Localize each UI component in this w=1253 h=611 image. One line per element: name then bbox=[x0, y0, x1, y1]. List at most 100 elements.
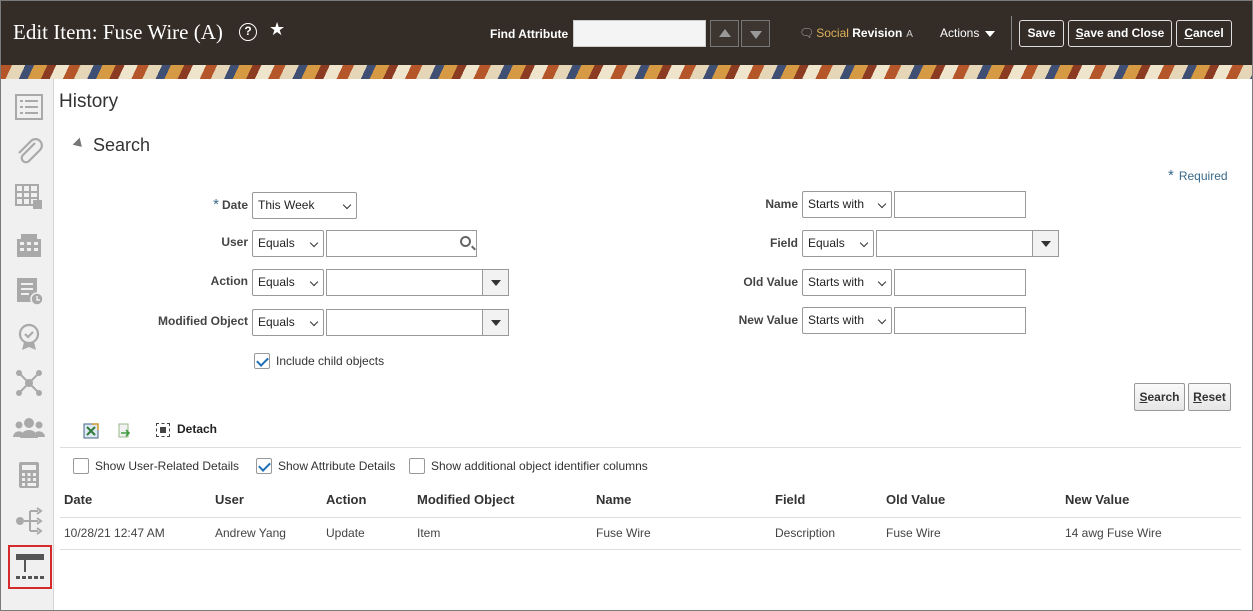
structure-icon[interactable] bbox=[13, 229, 45, 261]
new-value-label: New Value bbox=[738, 313, 798, 327]
field-operator-select[interactable]: Equals bbox=[802, 230, 874, 257]
modified-object-combobox[interactable] bbox=[326, 309, 509, 336]
detach-icon[interactable] bbox=[156, 423, 170, 437]
cell-user: Andrew Yang bbox=[211, 517, 322, 550]
reset-button[interactable]: Reset bbox=[1188, 383, 1231, 411]
date-label: * Date bbox=[174, 196, 248, 213]
show-user-details-checkbox[interactable] bbox=[73, 458, 89, 474]
date-select[interactable]: This Week bbox=[252, 192, 357, 219]
required-legend: * Required bbox=[1168, 167, 1228, 184]
search-icon[interactable] bbox=[460, 236, 471, 247]
new-value-operator-select[interactable]: Starts with bbox=[802, 307, 892, 334]
column-header-field[interactable]: Field bbox=[771, 483, 882, 518]
old-value-operator-select[interactable]: Starts with bbox=[802, 269, 892, 296]
reset-mnemonic: R bbox=[1193, 390, 1202, 404]
column-header-action[interactable]: Action bbox=[322, 483, 413, 518]
speech-bubble-icon: 🗨︎ bbox=[799, 26, 815, 40]
cancel-button[interactable]: Cancel bbox=[1176, 20, 1232, 47]
cell-field: Description bbox=[771, 517, 882, 550]
save-close-label: ave and Close bbox=[1083, 26, 1165, 40]
favorite-star-icon[interactable]: ★ bbox=[269, 19, 285, 40]
approvals-icon[interactable] bbox=[13, 321, 45, 353]
collapse-triangle-icon bbox=[72, 137, 86, 151]
show-additional-identifiers-label: Show additional object identifier column… bbox=[431, 459, 648, 473]
export-icon[interactable] bbox=[116, 423, 132, 439]
social-button[interactable]: 🗨︎ Social Revision A bbox=[799, 26, 913, 40]
column-header-user[interactable]: User bbox=[211, 483, 322, 518]
export-to-excel-icon[interactable] bbox=[83, 423, 99, 439]
cell-old-value: Fuse Wire bbox=[882, 517, 1061, 550]
next-match-button[interactable] bbox=[741, 20, 770, 47]
help-icon[interactable]: ? bbox=[239, 23, 257, 41]
name-label: Name bbox=[765, 197, 798, 211]
action-combobox[interactable] bbox=[326, 269, 509, 296]
cell-action: Update bbox=[322, 517, 413, 550]
search-panel-toggle[interactable]: Search bbox=[72, 135, 151, 156]
previous-match-button[interactable] bbox=[710, 20, 739, 47]
app-window: Edit Item: Fuse Wire (A) ? ★ Find Attrib… bbox=[0, 0, 1253, 611]
date-label-text: Date bbox=[221, 198, 248, 212]
column-header-old-value[interactable]: Old Value bbox=[882, 483, 1061, 518]
dropdown-arrow-icon[interactable] bbox=[482, 270, 508, 295]
show-attribute-details-label: Show Attribute Details bbox=[278, 459, 396, 473]
left-rail bbox=[1, 79, 54, 610]
required-marker: * bbox=[1168, 167, 1174, 184]
required-label: Required bbox=[1178, 169, 1228, 183]
name-operator-select[interactable]: Starts with bbox=[802, 191, 892, 218]
attachments-icon[interactable] bbox=[13, 135, 45, 167]
cancel-label: ancel bbox=[1192, 26, 1224, 40]
save-button[interactable]: Save bbox=[1019, 20, 1064, 47]
user-operator-select[interactable]: Equals bbox=[252, 230, 324, 257]
save-close-mnemonic: S bbox=[1075, 26, 1084, 40]
people-icon[interactable] bbox=[13, 413, 45, 445]
column-header-name[interactable]: Name bbox=[592, 483, 771, 518]
search-heading: Search bbox=[93, 135, 151, 155]
header-divider bbox=[1011, 16, 1012, 50]
save-and-close-button[interactable]: Save and Close bbox=[1068, 20, 1172, 47]
dropdown-arrow-icon[interactable] bbox=[1032, 231, 1058, 256]
history-icon[interactable] bbox=[8, 545, 52, 589]
toolbar-divider bbox=[60, 447, 1241, 448]
detach-button[interactable]: Detach bbox=[177, 422, 217, 436]
show-additional-identifiers-checkbox[interactable] bbox=[409, 458, 425, 474]
column-header-date[interactable]: Date bbox=[60, 483, 211, 518]
reset-button-label: eset bbox=[1201, 390, 1226, 404]
name-input[interactable] bbox=[894, 191, 1026, 218]
new-value-input[interactable] bbox=[894, 307, 1026, 334]
user-search-input[interactable] bbox=[326, 230, 477, 257]
specifications-icon[interactable] bbox=[13, 181, 45, 213]
revision-letter: A bbox=[906, 29, 913, 40]
actions-menu[interactable]: Actions bbox=[940, 26, 996, 40]
table-row[interactable]: 10/28/21 12:47 AM Andrew Yang Update Ite… bbox=[60, 517, 1241, 550]
pending-changes-icon[interactable] bbox=[13, 275, 45, 307]
column-header-new-value[interactable]: New Value bbox=[1061, 483, 1241, 518]
where-used-icon[interactable] bbox=[13, 505, 45, 537]
cancel-mnemonic: C bbox=[1184, 26, 1193, 40]
old-value-input[interactable] bbox=[894, 269, 1026, 296]
social-label: Social bbox=[816, 26, 849, 40]
search-button[interactable]: Search bbox=[1134, 383, 1185, 411]
show-user-details-label: Show User-Related Details bbox=[95, 459, 240, 473]
overview-icon[interactable] bbox=[13, 91, 45, 123]
actions-label: Actions bbox=[940, 26, 980, 40]
calculator-icon[interactable] bbox=[13, 459, 45, 491]
main-content: History Search * Required * Date This Week… bbox=[54, 79, 1252, 610]
column-header-modified-object[interactable]: Modified Object bbox=[413, 483, 592, 518]
dropdown-arrow-icon[interactable] bbox=[482, 310, 508, 335]
modified-object-label: Modified Object bbox=[158, 314, 248, 328]
modified-object-operator-select[interactable]: Equals bbox=[252, 309, 324, 336]
cell-name: Fuse Wire bbox=[592, 517, 771, 550]
action-operator-select[interactable]: Equals bbox=[252, 269, 324, 296]
cell-modified-object: Item bbox=[413, 517, 592, 550]
search-button-label: earch bbox=[1147, 390, 1180, 404]
cell-new-value: 14 awg Fuse Wire bbox=[1061, 517, 1241, 550]
header-bar: Edit Item: Fuse Wire (A) ? ★ Find Attrib… bbox=[1, 1, 1252, 65]
relationships-icon[interactable] bbox=[13, 367, 45, 399]
field-combobox[interactable] bbox=[876, 230, 1059, 257]
user-label: User bbox=[221, 235, 248, 249]
table-header-row: Date User Action Modified Object Name Fi… bbox=[60, 483, 1241, 518]
old-value-label: Old Value bbox=[743, 275, 798, 289]
show-attribute-details-checkbox[interactable] bbox=[256, 458, 272, 474]
include-child-objects-checkbox[interactable] bbox=[254, 353, 270, 369]
find-attribute-input[interactable] bbox=[573, 20, 706, 47]
